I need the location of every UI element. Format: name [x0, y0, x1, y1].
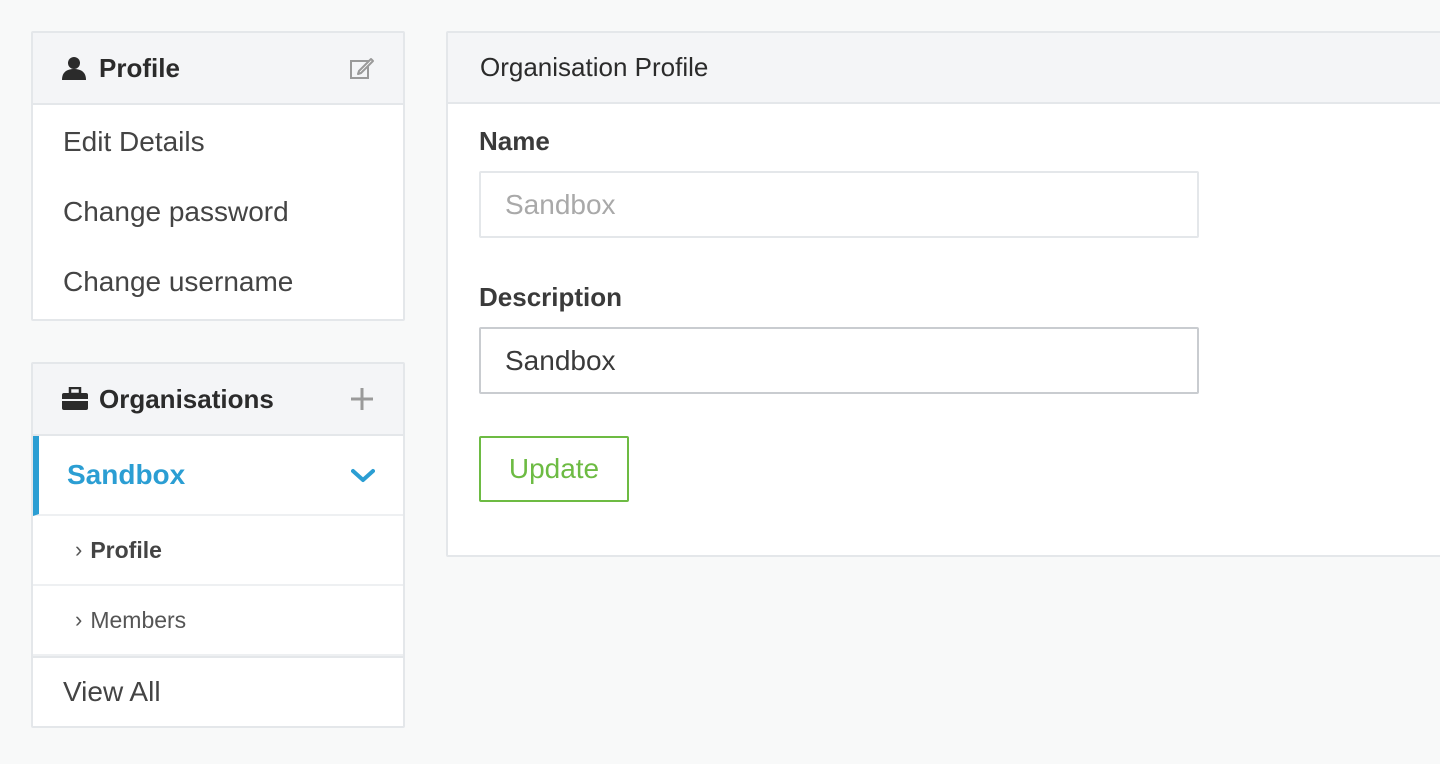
- profile-panel-header: Profile: [33, 33, 403, 105]
- organisations-panel-header: Organisations: [33, 364, 403, 436]
- chevron-right-icon: ›: [75, 537, 83, 562]
- organisations-panel: Organisations Sandbox › Profile › Member…: [31, 362, 405, 728]
- org-submenu-profile-label: Profile: [90, 536, 162, 563]
- organisation-profile-form: Name Description Update: [448, 104, 1440, 502]
- chevron-right-icon: ›: [75, 607, 83, 632]
- update-button[interactable]: Update: [479, 436, 629, 502]
- org-submenu-members-label: Members: [90, 606, 187, 633]
- user-icon: [61, 54, 89, 82]
- description-field-group: Description: [479, 282, 1440, 394]
- change-username-link[interactable]: Change username: [33, 247, 403, 317]
- edit-details-link[interactable]: Edit Details: [33, 107, 403, 177]
- name-label: Name: [479, 126, 550, 156]
- change-password-link[interactable]: Change password: [33, 177, 403, 247]
- profile-panel-title: Profile: [99, 52, 180, 83]
- description-field[interactable]: [479, 327, 1199, 394]
- organisation-name: Sandbox: [67, 459, 186, 490]
- view-all-link[interactable]: View All: [33, 656, 403, 726]
- edit-icon[interactable]: [347, 53, 377, 83]
- page-title: Organisation Profile: [448, 33, 1440, 104]
- briefcase-icon: [61, 385, 89, 413]
- organisation-profile-panel: Organisation Profile Name Description Up…: [446, 31, 1440, 557]
- name-field: [479, 171, 1199, 238]
- profile-menu: Edit Details Change password Change user…: [33, 105, 403, 319]
- name-field-group: Name: [479, 126, 1440, 238]
- sidebar: Profile Edit Details Change password Cha…: [31, 31, 405, 728]
- org-submenu-profile[interactable]: › Profile: [33, 516, 403, 586]
- chevron-down-icon[interactable]: [351, 459, 375, 491]
- profile-panel: Profile Edit Details Change password Cha…: [31, 31, 405, 321]
- description-label: Description: [479, 282, 623, 312]
- org-submenu-members[interactable]: › Members: [33, 586, 403, 656]
- organisations-panel-title: Organisations: [99, 383, 274, 414]
- organisation-item-sandbox[interactable]: Sandbox: [33, 436, 403, 516]
- plus-icon[interactable]: [347, 384, 377, 414]
